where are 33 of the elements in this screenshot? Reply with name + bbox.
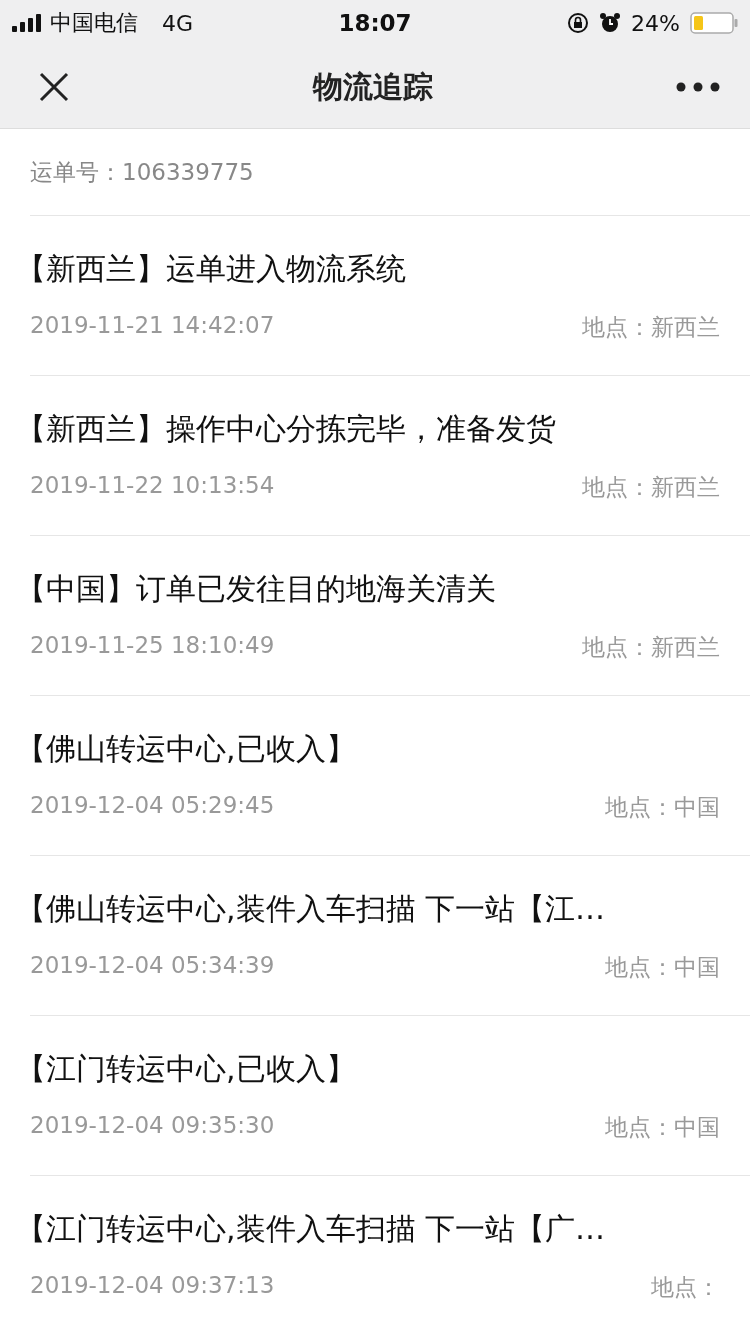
- rotation-lock-icon: [567, 12, 590, 34]
- event-time: 2019-12-04 09:37:13: [30, 1271, 275, 1300]
- signal-icon: [12, 14, 42, 32]
- event-title: 【佛山转运中心,已收入】: [16, 729, 357, 768]
- event-title: 【新西兰】操作中心分拣完毕，准备发货: [16, 409, 557, 448]
- event-title: 【佛山转运中心,装件入车扫描 下一站【江…: [16, 889, 607, 928]
- event-title: 【江门转运中心,已收入】: [16, 1049, 357, 1088]
- event-location: 地点：新西兰: [582, 472, 720, 502]
- event-time: 2019-12-04 05:34:39: [30, 951, 275, 980]
- carrier-text: 中国电信: [50, 9, 138, 37]
- clock-text: 18:07: [338, 10, 412, 36]
- event-time: 2019-12-04 05:29:45: [30, 791, 275, 820]
- event-title: 【中国】订单已发往目的地海关清关: [16, 569, 497, 608]
- more-button[interactable]: [676, 82, 720, 92]
- event-location: 地点：中国: [605, 792, 720, 822]
- event-location: 地点：: [651, 1272, 720, 1302]
- event-time: 2019-12-04 09:35:30: [30, 1111, 275, 1140]
- event-location: 地点：中国: [605, 1112, 720, 1142]
- event-time: 2019-11-22 10:13:54: [30, 471, 275, 500]
- event-location: 地点：中国: [605, 952, 720, 982]
- network-text: 4G: [162, 10, 194, 36]
- battery-percent: 24%: [631, 10, 680, 36]
- battery-icon: [690, 12, 738, 34]
- event-time: 2019-11-21 14:42:07: [30, 311, 275, 340]
- close-button[interactable]: [38, 71, 70, 103]
- event-title: 【新西兰】运单进入物流系统: [16, 249, 407, 288]
- event-time: 2019-11-25 18:10:49: [30, 631, 275, 660]
- page-title: 物流追踪: [313, 67, 433, 106]
- waybill-number: 运单号：106339775: [30, 157, 254, 187]
- alarm-icon: [599, 12, 622, 34]
- event-location: 地点：新西兰: [582, 312, 720, 342]
- event-title: 【江门转运中心,装件入车扫描 下一站【广…: [16, 1209, 607, 1248]
- event-location: 地点：新西兰: [582, 632, 720, 662]
